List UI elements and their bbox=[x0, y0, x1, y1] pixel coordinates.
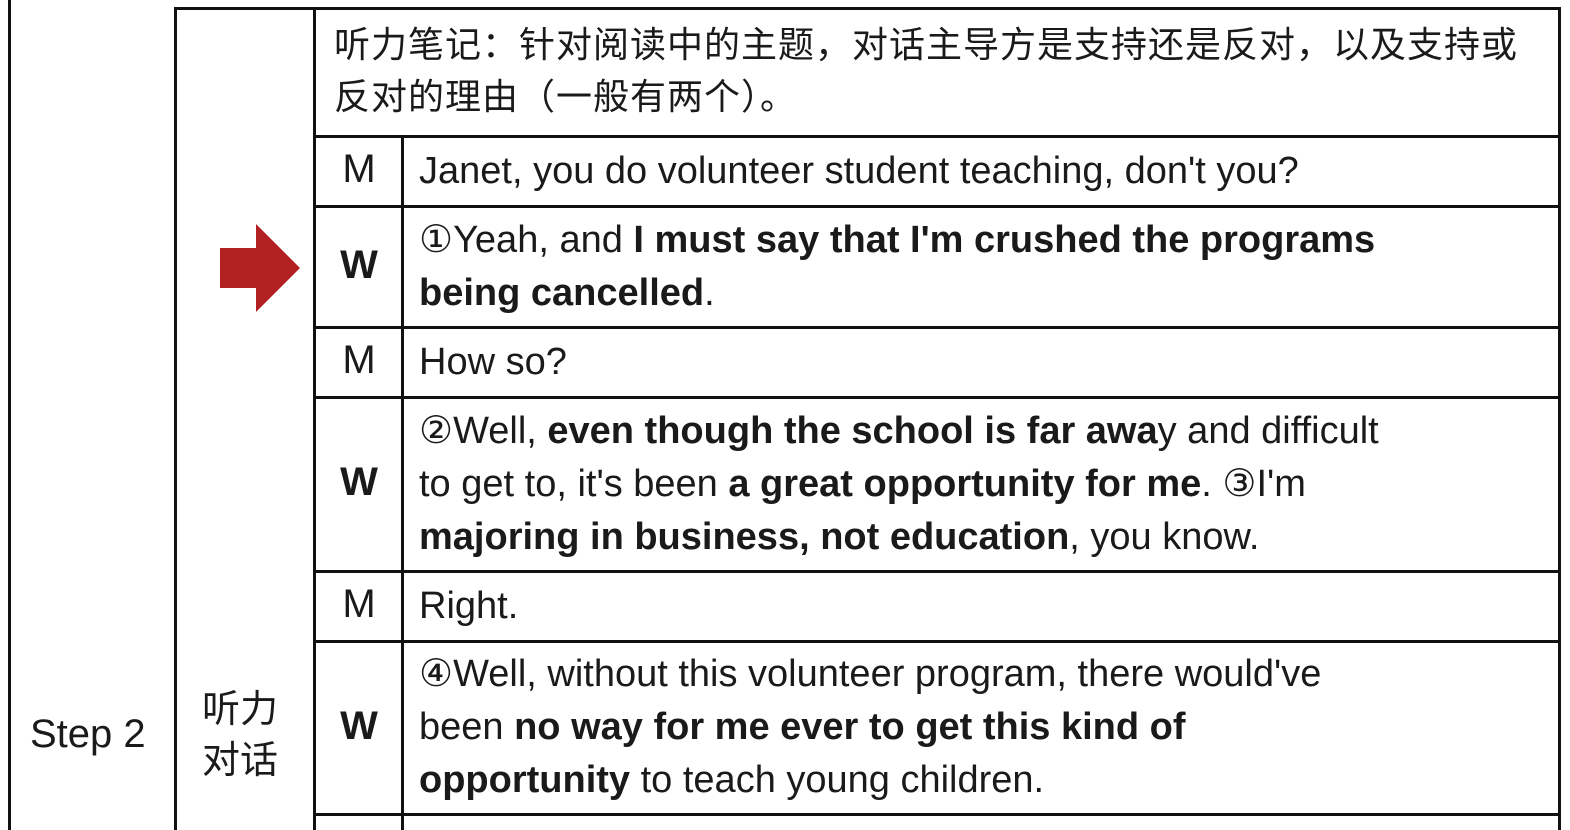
dialogue-text: , you know. bbox=[1069, 515, 1260, 558]
dialogue-line: ②Well, even though the school is far awa… bbox=[419, 405, 1379, 458]
dialogue-text: Right. bbox=[419, 584, 519, 627]
row-divider-2 bbox=[313, 205, 1561, 208]
speaker-label: W bbox=[340, 703, 378, 748]
key-phrase: majoring in business, not education bbox=[419, 515, 1070, 558]
table-border-bottom bbox=[313, 813, 1561, 816]
dialogue-text: How so? bbox=[419, 340, 567, 383]
dialogue-text: Janet, you do volunteer student teaching… bbox=[419, 149, 1299, 192]
dialogue-text: y and difficult bbox=[1157, 409, 1379, 452]
arrow-shape bbox=[220, 224, 300, 312]
table-border-left bbox=[8, 0, 11, 830]
dialogue-line: to get to, it's been a great opportunity… bbox=[419, 458, 1306, 511]
speaker-label: W bbox=[340, 242, 378, 287]
key-phrase: I must say that I'm crushed the programs bbox=[633, 218, 1376, 261]
speaker-label: M bbox=[342, 582, 376, 626]
dialogue-line: How so? bbox=[419, 336, 567, 389]
key-phrase: opportunity bbox=[419, 759, 631, 801]
dialogue-text: . ③I'm bbox=[1201, 462, 1306, 505]
dialogue-text: . bbox=[704, 271, 715, 314]
speaker-label: M bbox=[342, 147, 376, 191]
dialogue-text: been bbox=[419, 706, 515, 748]
dialogue-text: ①Yeah, and bbox=[419, 218, 634, 261]
row-divider-6 bbox=[313, 640, 1561, 643]
row-divider-4 bbox=[313, 396, 1561, 399]
column-divider-step bbox=[174, 8, 177, 830]
table-border-right bbox=[1558, 8, 1561, 830]
listening-instruction: 听力笔记：针对阅读中的主题，对话主导方是支持还是反对，以及支持或反对的理由（一般… bbox=[334, 25, 1519, 118]
dialogue-line: majoring in business, not education, you… bbox=[419, 511, 1259, 564]
speaker-label: W bbox=[340, 460, 378, 504]
right-arrow-icon bbox=[220, 224, 300, 312]
dialogue-line: being cancelled. bbox=[419, 267, 715, 320]
table-border-top bbox=[174, 7, 1561, 10]
dialogue-line: Right. bbox=[419, 580, 518, 633]
dialogue-line: opportunity to teach young children. bbox=[419, 754, 1044, 807]
dialogue-line: ①Yeah, and I must say that I'm crushed t… bbox=[419, 214, 1375, 267]
dialogue-line: Janet, you do volunteer student teaching… bbox=[419, 145, 1299, 198]
key-phrase: even though the school is far awa bbox=[547, 409, 1158, 452]
dialogue-line: been no way for me ever to get this kind… bbox=[419, 701, 1186, 754]
row-divider-3 bbox=[313, 326, 1561, 329]
dialogue-text: ④Well, without this volunteer program, t… bbox=[419, 653, 1322, 695]
dialogue-text: to get to, it's been bbox=[419, 462, 729, 505]
dialogue-text: ②Well, bbox=[419, 409, 548, 452]
row-divider-5 bbox=[313, 570, 1561, 573]
row-divider-1 bbox=[313, 135, 1561, 138]
speaker-label: M bbox=[342, 338, 376, 382]
dialogue-line: ④Well, without this volunteer program, t… bbox=[419, 648, 1321, 701]
key-phrase: a great opportunity for me bbox=[728, 462, 1202, 505]
step-label: Step 2 bbox=[30, 712, 146, 756]
key-phrase: no way for me ever to get this kind of bbox=[514, 706, 1186, 748]
key-phrase: being cancelled bbox=[419, 271, 705, 314]
phase-label: 听力对话 bbox=[202, 687, 279, 782]
dialogue-text: to teach young children. bbox=[630, 759, 1045, 801]
